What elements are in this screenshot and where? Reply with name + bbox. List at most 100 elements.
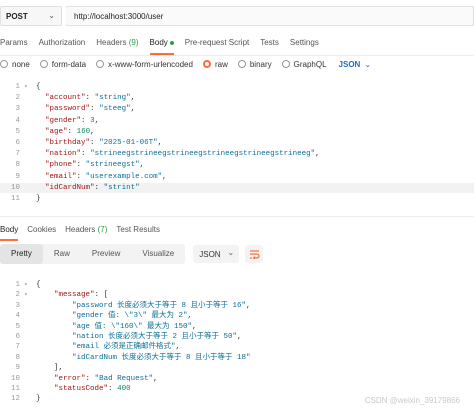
tab-tests[interactable]: Tests — [260, 34, 279, 52]
code-text: "gender": 3, — [45, 116, 100, 125]
code-line: 4 "gender": 3, — [0, 116, 474, 126]
wrap-lines-button[interactable] — [245, 245, 264, 263]
code-line: 5 "age 值: \"160\" 最大为 150", — [0, 322, 474, 332]
line-number: 2 — [15, 291, 20, 300]
tab-label: Authorization — [38, 38, 86, 47]
response-format-label: JSON — [199, 249, 221, 259]
line-number: 10 — [10, 374, 20, 383]
tab-label: Headers — [96, 38, 127, 47]
fold-arrow-icon[interactable]: ▾ — [24, 82, 28, 92]
radio-form-data[interactable]: form-data — [39, 59, 87, 69]
view-pretty-button[interactable]: Pretty — [0, 244, 43, 264]
body-format-label: JSON — [338, 59, 361, 69]
code-line: 6 "birthday": "2025-01-06T", — [0, 138, 474, 148]
code-line: 10 "idCardNum": "strint" — [0, 182, 474, 193]
line-number: 4 — [15, 312, 20, 321]
response-tab-body[interactable]: Body — [0, 222, 19, 241]
tab-label: Body — [149, 38, 168, 47]
tab-settings[interactable]: Settings — [290, 34, 319, 52]
request-tabs: Params Authorization Headers (9) Body Pre-re… — [0, 34, 330, 55]
code-text: } — [36, 395, 41, 404]
line-number: 7 — [15, 150, 20, 159]
code-text: "idCardNum": "strint" — [45, 183, 140, 192]
fold-arrow-icon[interactable]: ▾ — [24, 290, 28, 300]
code-text: "gender 值: \"3\" 最大为 2", — [72, 312, 193, 321]
response-tab-cookies[interactable]: Cookies — [27, 222, 56, 238]
radio-x-www-form-urlencoded[interactable]: x-www-form-urlencoded — [96, 60, 193, 69]
view-raw-button[interactable]: Raw — [43, 244, 81, 264]
body-format-select[interactable]: JSON ⌄ — [339, 60, 372, 69]
tab-label: Pre-request Script — [184, 38, 250, 47]
code-line: 6 "nation 长度必须大于等于 2 且小于等于 50", — [0, 332, 474, 342]
code-text: "email 必须是正确邮件格式", — [72, 343, 181, 352]
response-format-select[interactable]: JSON ⌄ — [193, 245, 240, 263]
url-text: http://localhost:3000/user — [74, 11, 164, 21]
line-number: 11 — [10, 385, 20, 393]
request-url-bar: POST ⌄ http://localhost:3000/user — [0, 0, 474, 30]
radio-label: raw — [214, 59, 228, 69]
tab-params[interactable]: Params — [0, 34, 28, 52]
response-view-toolbar: Pretty Raw Preview Visualize JSON ⌄ — [0, 244, 264, 264]
divider — [0, 216, 474, 217]
code-line: 11 "statusCode": 400 — [0, 384, 474, 394]
url-input[interactable]: http://localhost:3000/user — [66, 6, 474, 26]
tab-body[interactable]: Body — [149, 34, 175, 55]
line-number: 7 — [15, 343, 20, 352]
line-number: 12 — [10, 395, 20, 404]
code-text: ], — [36, 364, 64, 373]
line-number: 6 — [15, 333, 20, 341]
radio-binary[interactable]: binary — [237, 59, 272, 69]
view-mode-group: Pretty Raw Preview Visualize — [0, 244, 186, 264]
line-number: 2 — [15, 94, 20, 103]
wrap-lines-icon — [249, 250, 260, 259]
radio-circle-icon — [39, 60, 48, 68]
tab-label: Settings — [289, 38, 319, 47]
method-select[interactable]: POST ⌄ — [0, 6, 62, 26]
radio-label: x-www-form-urlencoded — [108, 59, 193, 69]
line-number: 9 — [15, 364, 20, 373]
line-number: 1 — [15, 83, 20, 91]
code-text: "message": [ — [54, 291, 109, 300]
line-number: 8 — [15, 353, 20, 362]
line-number: 10 — [10, 183, 20, 192]
code-line: 4 "gender 值: \"3\" 最大为 2", — [0, 311, 474, 321]
code-line: 9 ], — [0, 363, 474, 373]
tab-label: Body — [0, 225, 19, 234]
radio-label: binary — [249, 59, 272, 69]
line-number: 4 — [15, 116, 20, 125]
tab-authorization[interactable]: Authorization — [39, 34, 86, 52]
code-text: "account": "string", — [45, 94, 136, 103]
radio-label: none — [12, 59, 30, 69]
line-number: 3 — [15, 301, 20, 310]
view-preview-button[interactable]: Preview — [81, 244, 131, 264]
tab-label: Tests — [260, 38, 279, 47]
code-text: "age": 160, — [45, 127, 95, 136]
line-number: 9 — [15, 172, 20, 181]
code-text: "nation 长度必须大于等于 2 且小于等于 50", — [72, 333, 242, 341]
radio-label: form-data — [51, 59, 87, 69]
modified-dot-icon — [169, 40, 174, 45]
code-line: 1 ▾ { — [0, 82, 474, 92]
radio-circle-icon — [202, 60, 211, 68]
radio-graphql[interactable]: GraphQL — [281, 60, 327, 69]
response-tabs: Body Cookies Headers (7) Test Results — [0, 222, 169, 241]
code-text: "email": "userexample.com", — [45, 172, 167, 181]
code-line: 2 ▾ "message": [ — [0, 290, 474, 300]
response-tab-headers[interactable]: Headers (7) — [65, 222, 107, 238]
chevron-down-icon: ⌄ — [227, 248, 235, 257]
code-text: "password": "steeg", — [45, 105, 136, 114]
radio-raw[interactable]: raw — [202, 59, 228, 69]
code-line: 2 "account": "string", — [0, 93, 474, 103]
line-number: 3 — [15, 105, 20, 114]
code-line: 9 "email": "userexample.com", — [0, 172, 474, 182]
response-tab-test-results[interactable]: Test Results — [116, 222, 160, 238]
radio-none[interactable]: none — [0, 60, 30, 69]
fold-arrow-icon[interactable]: ▾ — [24, 280, 28, 290]
code-text: } — [36, 195, 41, 203]
line-number: 5 — [15, 322, 20, 331]
view-visualize-button[interactable]: Visualize — [131, 244, 185, 264]
code-line: 10 "error": "Bad Request", — [0, 374, 474, 384]
tab-pre-request-script[interactable]: Pre-request Script — [185, 34, 249, 52]
tab-headers[interactable]: Headers (9) — [96, 34, 138, 52]
radio-circle-icon — [237, 60, 246, 68]
